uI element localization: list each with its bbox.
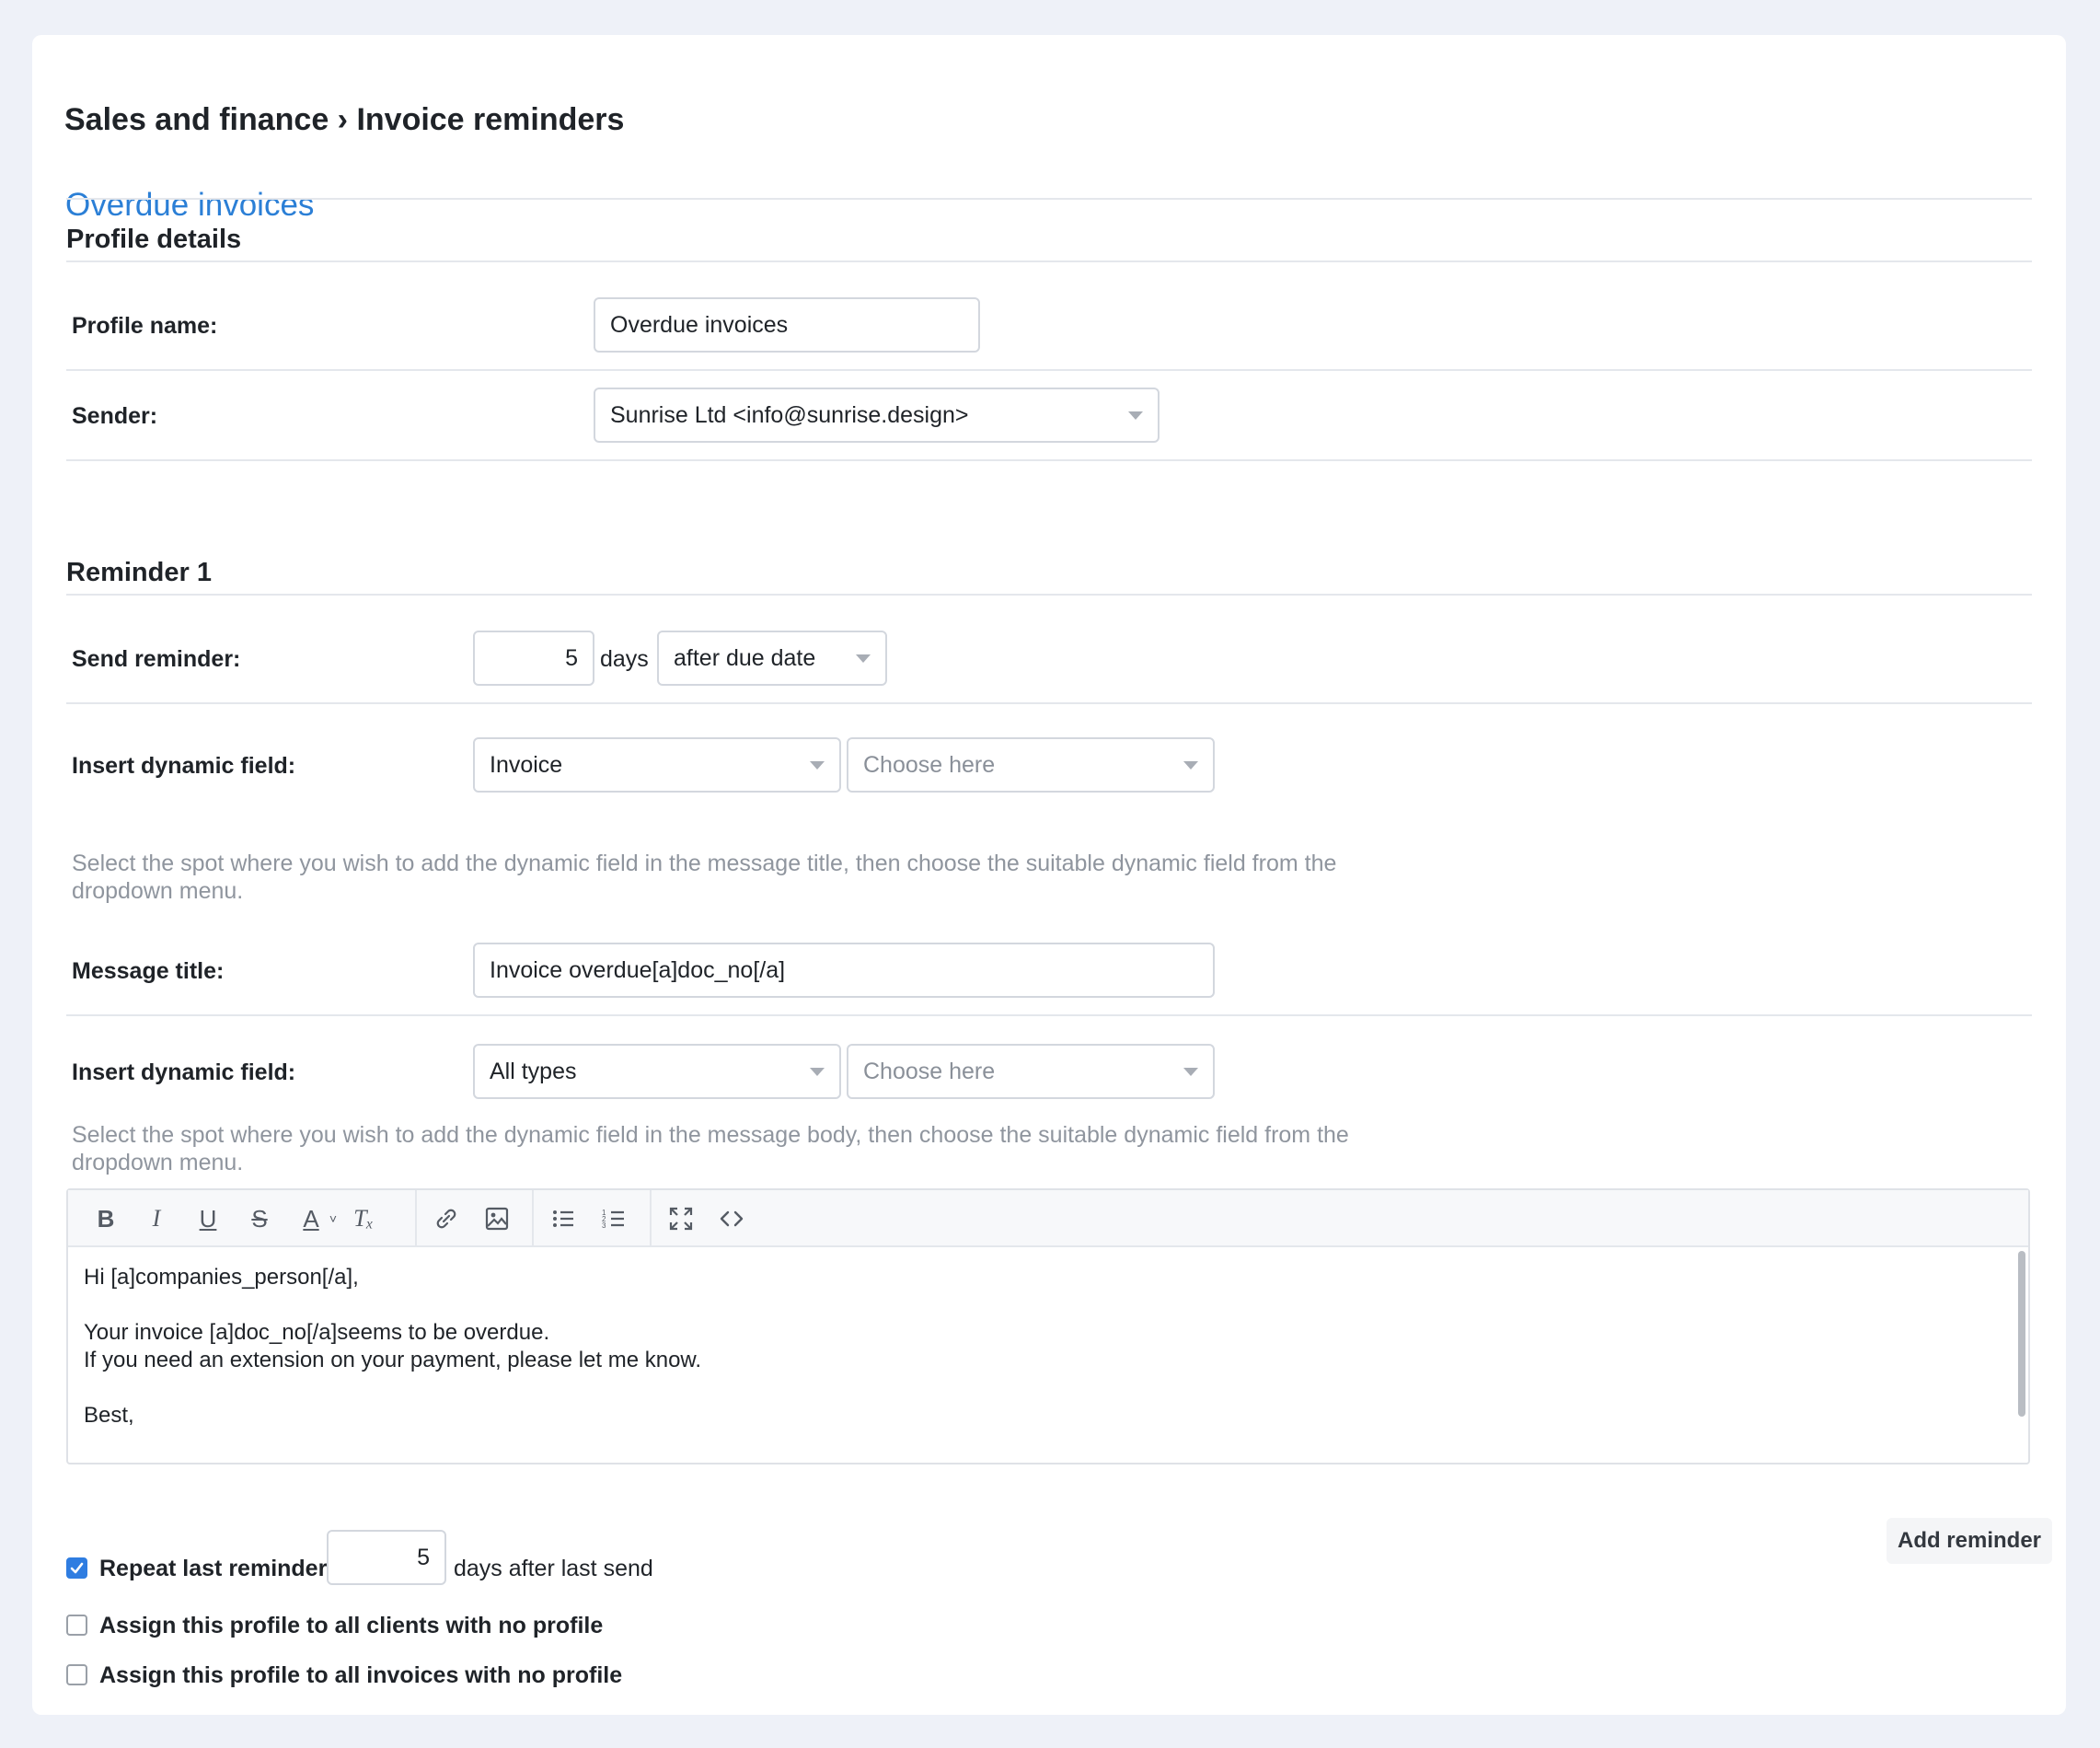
toolbar-separator — [415, 1190, 417, 1245]
body-line: If you need an extension on your payment… — [84, 1348, 702, 1372]
dynamic-field-select[interactable]: Choose here — [847, 737, 1215, 793]
body-line: Hi [a]companies_person[/a], — [84, 1265, 359, 1290]
timing-select[interactable]: after due date — [657, 631, 887, 686]
chevron-down-icon — [856, 654, 871, 663]
body-line-blank — [84, 1374, 2013, 1402]
profile-details-heading: Profile details — [66, 225, 242, 254]
sender-select-value: Sunrise Ltd <info@sunrise.design> — [610, 401, 969, 428]
strikethrough-icon[interactable]: S — [244, 1203, 275, 1234]
link-icon[interactable] — [431, 1203, 462, 1234]
body-line: Best, — [84, 1403, 134, 1428]
body-line: Your invoice [a]doc_no[/a]seems to be ov… — [84, 1320, 550, 1345]
reminder-days-input[interactable]: 5 — [473, 631, 594, 686]
body-line-blank — [84, 1291, 2013, 1319]
check-icon — [70, 1562, 84, 1574]
editor-scrollbar[interactable] — [2018, 1251, 2025, 1417]
italic-icon[interactable]: I — [141, 1203, 172, 1234]
add-reminder-button[interactable]: Add reminder — [1887, 1518, 2052, 1564]
repeat-days-input[interactable]: 5 — [327, 1530, 446, 1585]
breadcrumb: Sales and finance › Invoice reminders — [64, 102, 625, 137]
editor-content[interactable]: Hi [a]companies_person[/a], Your invoice… — [68, 1247, 2028, 1446]
chevron-down-icon — [810, 761, 825, 770]
fullscreen-icon[interactable] — [665, 1203, 697, 1234]
chevron-down-icon — [1183, 1068, 1198, 1076]
toolbar-separator — [650, 1190, 652, 1245]
message-title-label: Message title: — [72, 958, 225, 984]
sender-select[interactable]: Sunrise Ltd <info@sunrise.design> — [594, 388, 1160, 443]
numbered-list-icon[interactable]: 123 — [598, 1203, 629, 1234]
dynamic-category-select[interactable]: Invoice — [473, 737, 841, 793]
dynamic-field-help: Select the spot where you wish to add th… — [72, 851, 1337, 904]
assign-clients-label: Assign this profile to all clients with … — [99, 1613, 604, 1638]
image-icon[interactable] — [481, 1203, 513, 1234]
message-title-input[interactable]: Invoice overdue[a]doc_no[/a] — [473, 943, 1215, 998]
insert-dynamic-field-label: Insert dynamic field: — [72, 753, 296, 779]
bold-icon[interactable]: B — [90, 1203, 121, 1234]
editor-toolbar: B I U S A ˅ Tₓ 123 — [68, 1190, 2028, 1247]
divider — [66, 1014, 2032, 1016]
chevron-down-icon — [1183, 761, 1198, 770]
reminder-heading: Reminder 1 — [66, 558, 212, 587]
profile-name-input[interactable]: Overdue invoices — [594, 297, 980, 353]
divider — [66, 702, 2032, 704]
bullet-list-icon[interactable] — [548, 1203, 579, 1234]
toolbar-separator — [532, 1190, 534, 1245]
assign-clients-checkbox[interactable] — [66, 1615, 87, 1636]
insert-dynamic-field-label: Insert dynamic field: — [72, 1059, 296, 1085]
divider — [66, 369, 2032, 371]
repeat-checkbox[interactable] — [66, 1557, 87, 1579]
text-color-icon[interactable]: A — [295, 1203, 327, 1234]
dynamic-field-select[interactable]: Choose here — [847, 1044, 1215, 1099]
dynamic-field-placeholder: Choose here — [863, 1058, 996, 1084]
sender-label: Sender: — [72, 403, 158, 429]
dynamic-field-help: Select the spot where you wish to add th… — [72, 1122, 1349, 1175]
divider — [66, 260, 2032, 262]
profile-name-label: Profile name: — [72, 313, 218, 339]
underline-icon[interactable]: U — [192, 1203, 224, 1234]
dynamic-category-value: All types — [490, 1058, 577, 1084]
dynamic-category-value: Invoice — [490, 751, 563, 778]
assign-invoices-label: Assign this profile to all invoices with… — [99, 1662, 623, 1688]
divider — [66, 594, 2032, 596]
send-reminder-label: Send reminder: — [72, 646, 241, 672]
dynamic-field-placeholder: Choose here — [863, 751, 996, 778]
dynamic-category-select[interactable]: All types — [473, 1044, 841, 1099]
svg-text:3: 3 — [602, 1221, 606, 1230]
days-unit-label: days — [600, 646, 649, 672]
assign-invoices-checkbox[interactable] — [66, 1664, 87, 1685]
divider — [66, 198, 2032, 200]
profile-title: Overdue invoices — [65, 187, 315, 223]
repeat-label: Repeat last reminder — [99, 1556, 328, 1581]
chevron-down-icon — [1128, 411, 1143, 420]
code-icon[interactable] — [716, 1203, 747, 1234]
clear-format-icon[interactable]: Tₓ — [348, 1203, 379, 1234]
timing-select-value: after due date — [674, 644, 816, 671]
repeat-suffix: days after last send — [454, 1556, 653, 1581]
divider — [66, 459, 2032, 461]
chevron-down-icon[interactable]: ˅ — [324, 1203, 342, 1234]
message-editor[interactable]: B I U S A ˅ Tₓ 123 Hi [a]companies_perso… — [66, 1188, 2030, 1464]
chevron-down-icon — [810, 1068, 825, 1076]
